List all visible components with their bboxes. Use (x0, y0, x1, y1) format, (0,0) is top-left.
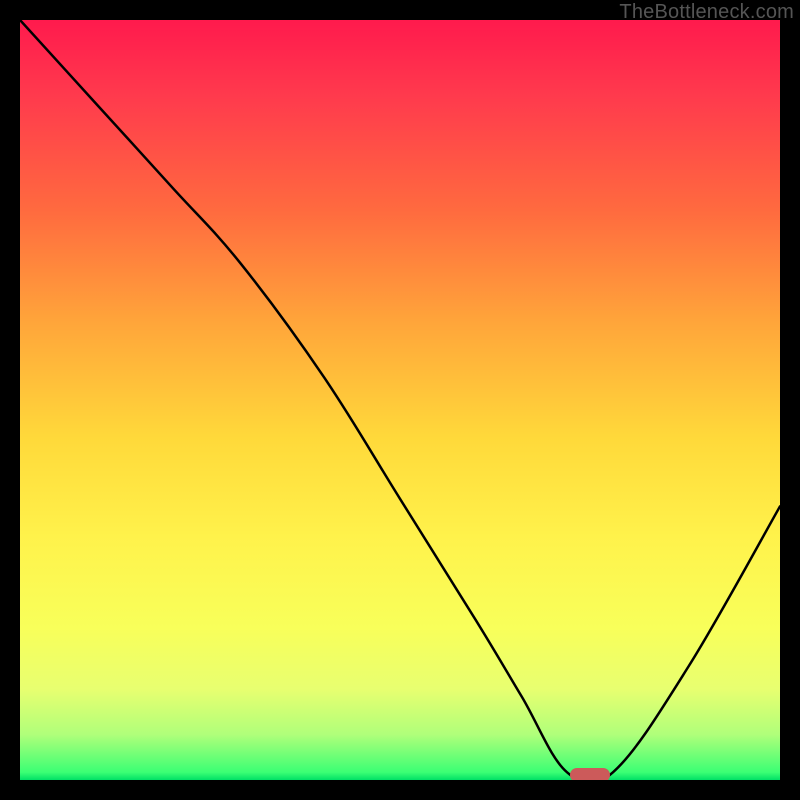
bottleneck-curve (20, 20, 780, 780)
chart-frame: TheBottleneck.com (0, 0, 800, 800)
plot-area (20, 20, 780, 780)
optimal-range-marker (570, 768, 610, 780)
